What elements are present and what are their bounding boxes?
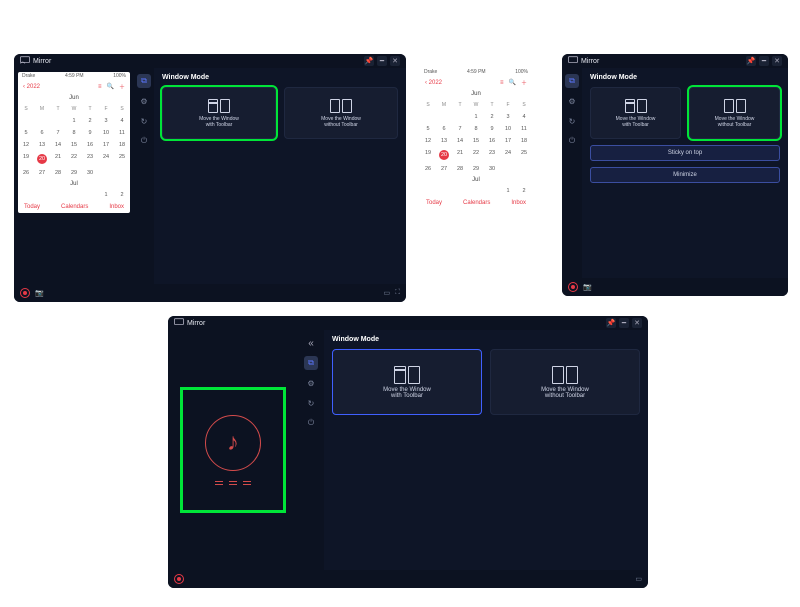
mirrored-device-view: Drake 4:59 PM 100% ‹ 2022 ≡ 🔍 ＋ Jun SMTW… — [14, 68, 134, 284]
today-button[interactable]: Today — [24, 204, 40, 210]
record-button[interactable] — [174, 574, 184, 584]
mirror-window-2: Mirror 📌 ━ ✕ ⧉ ⚙ ↻ ⏻ Window Mode Move th… — [562, 54, 788, 296]
calendar-back-year[interactable]: ‹ 2022 — [23, 84, 40, 90]
record-button[interactable] — [568, 282, 578, 292]
list-view-icon[interactable]: ≡ — [98, 84, 102, 90]
inbox-button[interactable]: Inbox — [109, 204, 124, 210]
cast-icon — [568, 56, 578, 66]
mode-with-toolbar[interactable]: Move the Window with Toolbar — [590, 87, 681, 139]
power-icon[interactable]: ⏻ — [565, 134, 579, 148]
tool-sidebar: « ⧉ ⚙ ↻ ⏻ — [298, 330, 324, 570]
pin-button[interactable]: 📌 — [606, 318, 616, 328]
calendar-grid-jun[interactable]: SMTWTFS 1234 567891011 12131415161718 19… — [18, 103, 130, 179]
mode-without-toolbar[interactable]: Move the Window without Toolbar — [490, 349, 640, 415]
power-icon[interactable]: ⏻ — [137, 134, 151, 148]
window-mode-icon[interactable]: ⧉ — [565, 74, 579, 88]
cast-icon — [174, 318, 184, 328]
pin-button[interactable]: 📌 — [746, 56, 756, 66]
calendar-grid-jul[interactable]: 12 — [18, 189, 130, 201]
titlebar: Mirror 📌 ━ ✕ — [14, 54, 406, 68]
history-icon[interactable]: ↻ — [137, 114, 151, 128]
mode-without-toolbar[interactable]: Move the Window without Toolbar — [284, 87, 398, 139]
minimize-window-button[interactable]: Minimize — [590, 167, 780, 183]
collapse-icon[interactable]: « — [304, 336, 318, 350]
calendar-toolbar: Today Calendars Inbox — [18, 201, 130, 213]
cast-icon — [20, 56, 30, 66]
calendar-back-year[interactable]: ‹ 2022 — [425, 80, 442, 86]
search-icon[interactable]: 🔍 — [107, 83, 114, 90]
calendars-button[interactable]: Calendars — [61, 204, 88, 210]
app-title: Mirror — [33, 58, 51, 65]
close-button[interactable]: ✕ — [632, 318, 642, 328]
calendar-month2-label: Jul — [18, 179, 130, 189]
window-mode-icon[interactable]: ⧉ — [304, 356, 318, 370]
add-event-button[interactable]: ＋ — [521, 78, 527, 87]
phone-standalone: Drake4:59 PM100% ‹ 2022 ≡ 🔍 ＋ Jun SMTWTF… — [420, 68, 532, 209]
settings-icon[interactable]: ⚙ — [565, 94, 579, 108]
section-title: Window Mode — [162, 74, 398, 81]
settings-icon[interactable]: ⚙ — [137, 94, 151, 108]
screenshot-icon[interactable]: 📷 — [583, 283, 592, 291]
history-icon[interactable]: ↻ — [565, 114, 579, 128]
mode-without-toolbar[interactable]: Move the Window without Toolbar — [689, 87, 780, 139]
list-view-icon[interactable]: ≡ — [500, 80, 504, 86]
section-title: Window Mode — [590, 74, 780, 81]
music-note-icon: ♪ — [205, 415, 261, 471]
statusbar: 📷 ▭ ⛶ — [14, 284, 406, 302]
close-button[interactable]: ✕ — [390, 56, 400, 66]
search-icon[interactable]: 🔍 — [509, 79, 516, 86]
pip-icon[interactable]: ▭ — [383, 289, 390, 297]
section-title: Window Mode — [332, 336, 640, 343]
main-panel: Window Mode Move the Window with Toolbar… — [154, 68, 406, 284]
minimize-button[interactable]: ━ — [377, 56, 387, 66]
pin-button[interactable]: 📌 — [364, 56, 374, 66]
phone-statusbar: Drake 4:59 PM 100% — [18, 72, 130, 80]
minimize-button[interactable]: ━ — [759, 56, 769, 66]
power-icon[interactable]: ⏻ — [304, 416, 318, 430]
mirror-window-3: Mirror 📌 ━ ✕ ♪ « ⧉ ⚙ ↻ ⏻ Window Mode — [168, 316, 648, 588]
record-button[interactable] — [20, 288, 30, 298]
fullscreen-icon[interactable]: ⛶ — [395, 289, 400, 297]
mirrored-audio-view: ♪ — [168, 330, 298, 570]
equalizer-icon — [215, 481, 251, 485]
mode-with-toolbar[interactable]: Move the Window with Toolbar — [332, 349, 482, 415]
audio-visualizer: ♪ — [183, 390, 283, 510]
tool-sidebar: ⧉ ⚙ ↻ ⏻ — [562, 68, 582, 278]
mode-with-toolbar[interactable]: Move the Window with Toolbar — [162, 87, 276, 139]
history-icon[interactable]: ↻ — [304, 396, 318, 410]
settings-icon[interactable]: ⚙ — [304, 376, 318, 390]
close-button[interactable]: ✕ — [772, 56, 782, 66]
sticky-button[interactable]: Sticky on top — [590, 145, 780, 161]
pip-icon[interactable]: ▭ — [635, 575, 642, 583]
minimize-button[interactable]: ━ — [619, 318, 629, 328]
phone-screen: Drake 4:59 PM 100% ‹ 2022 ≡ 🔍 ＋ Jun SMTW… — [18, 72, 130, 213]
calendar-month-label: Jun — [18, 93, 130, 103]
tool-sidebar: ⧉ ⚙ ↻ ⏻ — [134, 68, 154, 284]
screenshot-icon[interactable]: 📷 — [35, 289, 44, 297]
window-mode-icon[interactable]: ⧉ — [137, 74, 151, 88]
add-event-button[interactable]: ＋ — [119, 82, 125, 91]
mirror-window-1: Mirror 📌 ━ ✕ Drake 4:59 PM 100% ‹ 2022 ≡ — [14, 54, 406, 302]
